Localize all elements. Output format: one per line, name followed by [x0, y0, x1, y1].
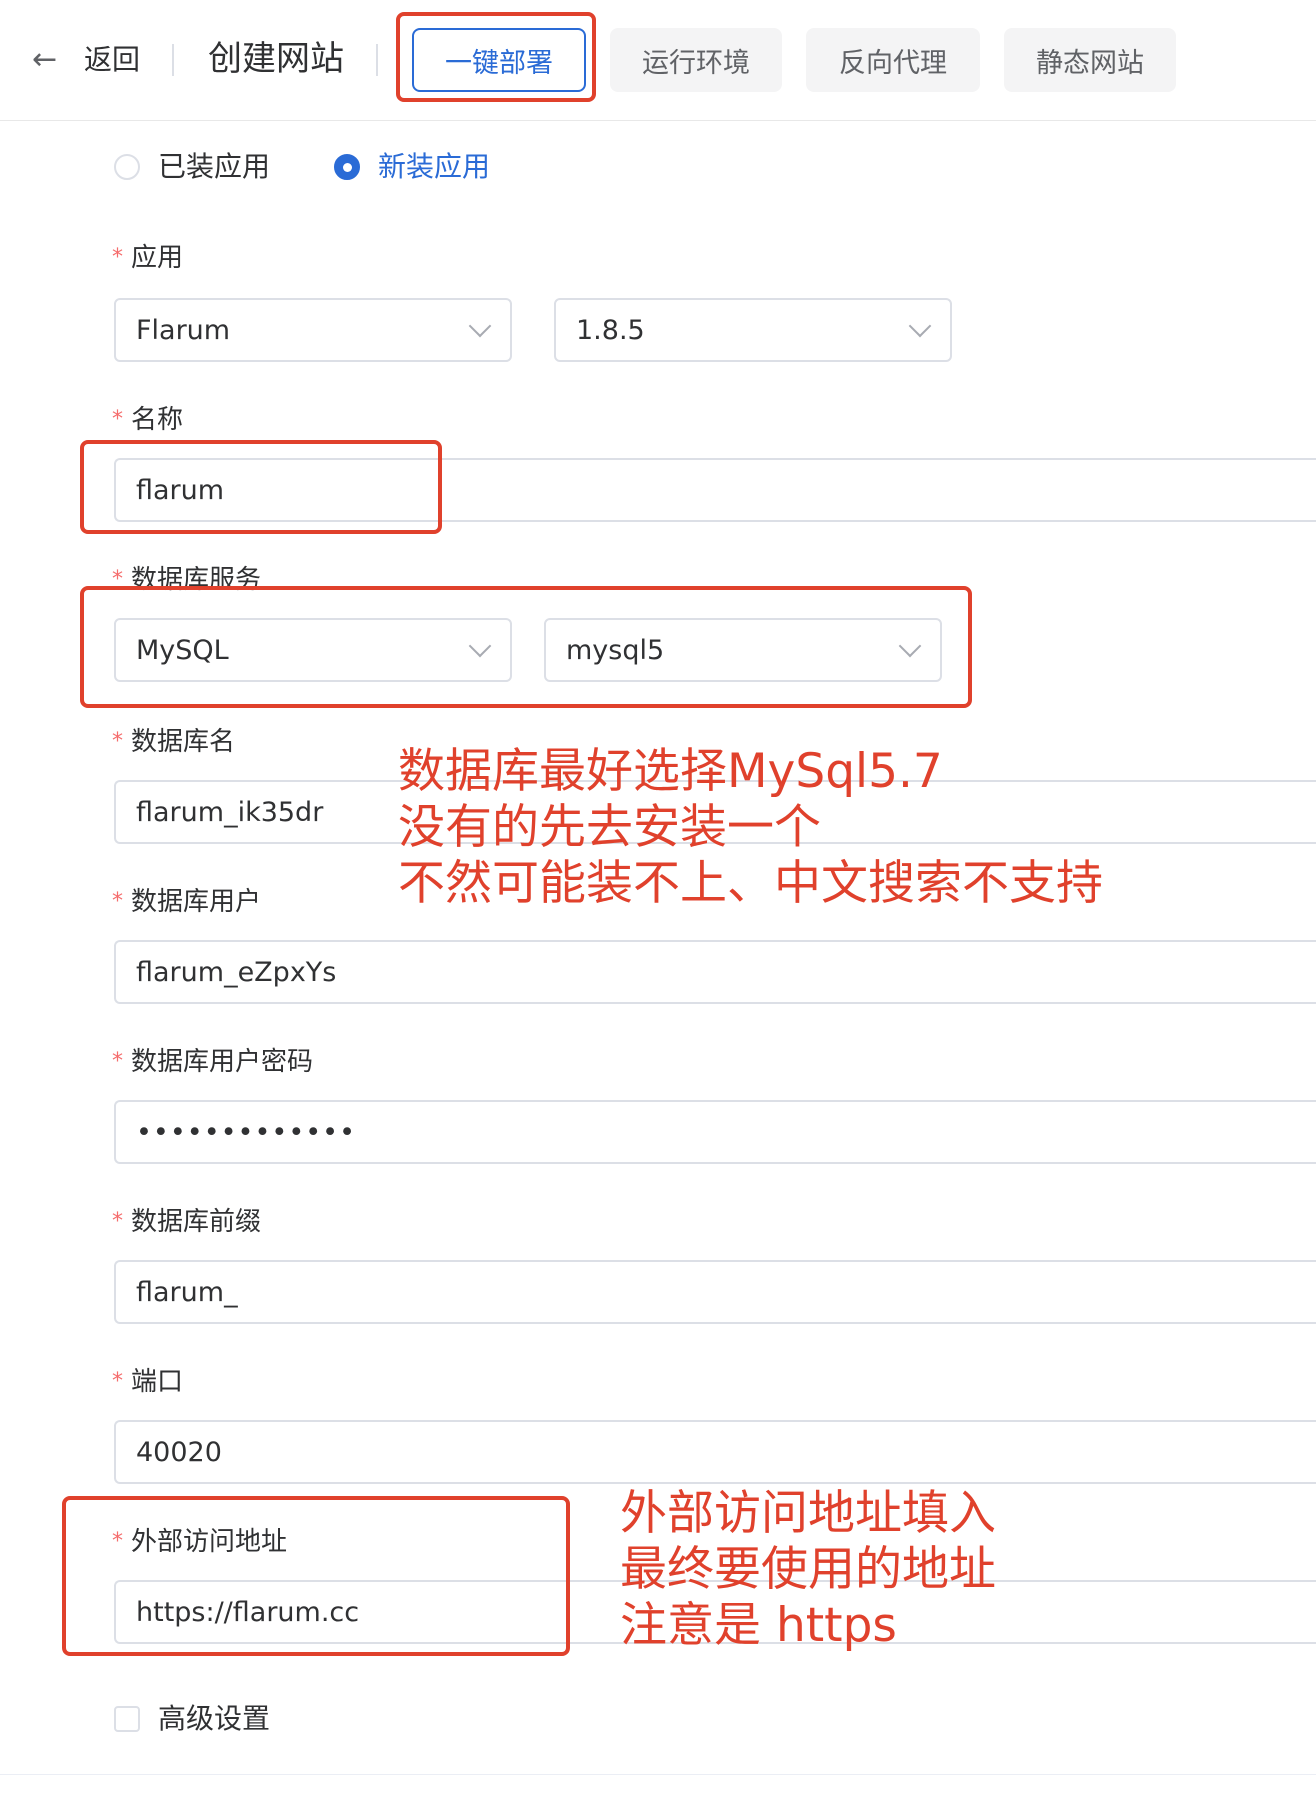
radio-new-app[interactable] [334, 154, 360, 180]
app-select[interactable]: Flarum [114, 298, 512, 362]
db-prefix-label-text: 数据库前缀 [131, 1207, 262, 1237]
db-user-input[interactable] [114, 940, 1316, 1004]
tab-reverse-proxy[interactable]: 反向代理 [806, 28, 980, 92]
annotation-db-note-line: 数据库最好选择MySql5.7 [398, 744, 943, 799]
required-mark: * [112, 1369, 123, 1394]
db-name-label-text: 数据库名 [131, 727, 236, 757]
name-label-text: 名称 [131, 405, 184, 435]
db-password-label: * 数据库用户密码 [112, 1044, 313, 1080]
required-mark: * [112, 729, 123, 754]
annotation-url-note-line: 最终要使用的地址 [620, 1542, 996, 1597]
db-type-select[interactable]: MySQL [114, 618, 512, 682]
name-label: * 名称 [112, 402, 183, 438]
version-select-value: 1.8.5 [576, 314, 645, 346]
required-mark: * [112, 1209, 123, 1234]
header-divider [172, 44, 174, 76]
required-mark: * [112, 1529, 123, 1554]
advanced-settings-checkbox[interactable] [114, 1706, 140, 1732]
port-label-text: 端口 [131, 1367, 184, 1397]
db-prefix-label: * 数据库前缀 [112, 1204, 261, 1240]
annotation-db-note-line: 没有的先去安装一个 [398, 800, 821, 855]
required-mark: * [112, 1049, 123, 1074]
db-service-label-text: 数据库服务 [131, 565, 262, 595]
app-select-value: Flarum [136, 314, 231, 346]
required-mark: * [112, 407, 123, 432]
db-service-label: * 数据库服务 [112, 562, 261, 598]
radio-installed-app-label[interactable]: 已装应用 [158, 147, 270, 187]
db-password-input[interactable]: ••••••••••••• [114, 1100, 1316, 1164]
radio-new-app-label[interactable]: 新装应用 [378, 147, 490, 187]
external-url-label: * 外部访问地址 [112, 1524, 287, 1560]
chevron-down-icon [908, 314, 932, 338]
required-mark: * [112, 889, 123, 914]
db-instance-select-value: mysql5 [566, 634, 665, 666]
annotation-db-note: 数据库最好选择MySql5.7 没有的先去安装一个 不然可能装不上、中文搜索不支… [398, 744, 1103, 912]
chevron-down-icon [898, 634, 922, 658]
page-title: 创建网站 [208, 39, 344, 79]
chevron-down-icon [468, 634, 492, 658]
back-button[interactable]: 返回 [84, 40, 140, 80]
port-label: * 端口 [112, 1364, 183, 1400]
header-divider [376, 44, 378, 76]
name-input[interactable] [114, 458, 1316, 522]
db-name-label: * 数据库名 [112, 724, 235, 760]
db-password-label-text: 数据库用户密码 [131, 1047, 314, 1077]
app-label-text: 应用 [131, 243, 184, 273]
annotation-url-note: 外部访问地址填入 最终要使用的地址 注意是 https [620, 1486, 996, 1654]
db-instance-select[interactable]: mysql5 [544, 618, 942, 682]
annotation-db-note-line: 不然可能装不上、中文搜索不支持 [398, 856, 1103, 911]
tab-one-click-deploy[interactable]: 一键部署 [412, 28, 586, 92]
db-user-label: * 数据库用户 [112, 884, 261, 920]
app-label: * 应用 [112, 240, 183, 276]
annotation-url-note-line: 外部访问地址填入 [620, 1486, 996, 1541]
db-type-select-value: MySQL [136, 634, 229, 666]
port-input[interactable] [114, 1420, 1316, 1484]
db-prefix-input[interactable] [114, 1260, 1316, 1324]
arrow-left-icon[interactable]: ← [32, 40, 62, 80]
radio-installed-app[interactable] [114, 154, 140, 180]
external-url-label-text: 外部访问地址 [131, 1527, 288, 1557]
required-mark: * [112, 567, 123, 592]
version-select[interactable]: 1.8.5 [554, 298, 952, 362]
tab-runtime[interactable]: 运行环境 [610, 28, 782, 92]
annotation-url-note-line: 注意是 https [620, 1598, 897, 1653]
chevron-down-icon [468, 314, 492, 338]
required-mark: * [112, 245, 123, 270]
tab-static-site[interactable]: 静态网站 [1004, 28, 1176, 92]
footer-divider [0, 1774, 1316, 1775]
db-user-label-text: 数据库用户 [131, 887, 262, 917]
advanced-settings-label[interactable]: 高级设置 [158, 1699, 270, 1739]
